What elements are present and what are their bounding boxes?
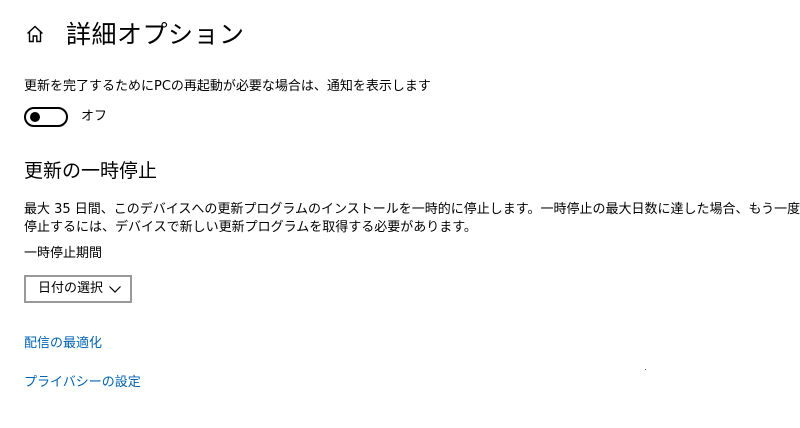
- page-header: 詳細オプション: [22, 14, 245, 54]
- pause-updates-heading: 更新の一時停止: [24, 160, 158, 182]
- chevron-down-icon: [109, 286, 121, 293]
- restart-notification-description: 更新を完了するためにPCの再起動が必要な場合は、通知を表示します: [24, 79, 431, 94]
- pause-updates-description: 最大 35 日間、このデバイスへの更新プログラムのインストールを一時的に停止しま…: [24, 201, 800, 237]
- toggle-knob: [30, 112, 40, 122]
- pause-date-dropdown-value: 日付の選択: [38, 281, 104, 296]
- stray-pixel: [645, 369, 646, 370]
- toggle-state-label: オフ: [81, 109, 108, 124]
- pause-description-line-1: 最大 35 日間、このデバイスへの更新プログラムのインストールを一時的に停止しま…: [24, 202, 800, 217]
- home-icon: [27, 25, 43, 43]
- pause-description-line-2: 停止するには、デバイスで新しい更新プログラムを取得する必要があります。: [24, 220, 477, 235]
- page-title: 詳細オプション: [66, 19, 245, 49]
- privacy-settings-link[interactable]: プライバシーの設定: [24, 374, 141, 392]
- delivery-optimization-link[interactable]: 配信の最適化: [24, 335, 102, 353]
- settings-page: 詳細オプション 更新を完了するためにPCの再起動が必要な場合は、通知を表示します…: [0, 0, 800, 428]
- home-button[interactable]: [22, 21, 48, 47]
- pause-date-dropdown[interactable]: 日付の選択: [24, 275, 132, 303]
- restart-notification-toggle[interactable]: [24, 107, 68, 127]
- pause-period-label: 一時停止期間: [24, 246, 103, 261]
- restart-notification-toggle-row: オフ: [24, 106, 107, 128]
